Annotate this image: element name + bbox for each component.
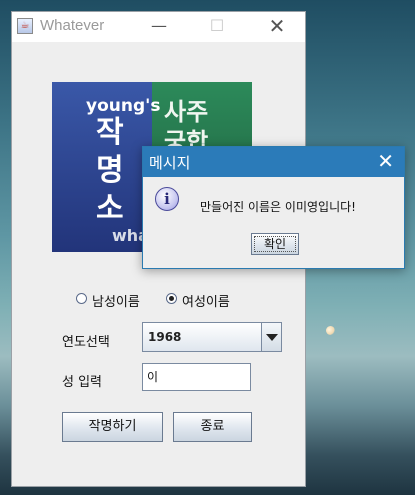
ok-button[interactable]: 확인 — [251, 233, 299, 255]
year-label: 연도선택 — [62, 335, 110, 350]
surname-label: 성 입력 — [62, 375, 103, 390]
create-name-button[interactable]: 작명하기 — [62, 412, 163, 442]
exit-button[interactable]: 종료 — [173, 412, 252, 442]
moon-decoration — [326, 326, 335, 335]
surname-input[interactable]: 이 — [142, 363, 251, 391]
dialog-close-button[interactable]: ✕ — [377, 149, 394, 173]
info-icon: i — [155, 187, 179, 211]
dialog-title: 메시지 — [149, 154, 191, 172]
dialog-title-bar[interactable]: 메시지 ✕ — [143, 147, 404, 177]
title-bar[interactable]: ☕ Whatever — ☐ ✕ — [12, 12, 305, 42]
radio-male-circle[interactable] — [76, 293, 87, 304]
dialog-message: 만들어진 이름은 이미영입니다! — [200, 200, 356, 214]
photo-sign-char: 소 — [96, 191, 124, 226]
year-value: 1968 — [148, 330, 182, 344]
year-combo-box[interactable]: 1968 — [142, 322, 282, 352]
chevron-down-icon[interactable] — [261, 323, 281, 351]
photo-sign-char: 작 — [96, 115, 124, 150]
java-app-icon: ☕ — [17, 18, 33, 34]
radio-male-label: 남성이름 — [92, 295, 140, 310]
photo-sign-line1: young's — [86, 96, 161, 116]
radio-female-label: 여성이름 — [182, 295, 230, 310]
minimize-button[interactable]: — — [136, 12, 182, 42]
window-title: Whatever — [40, 17, 105, 34]
photo-sign-char: 명 — [96, 153, 124, 188]
maximize-button[interactable]: ☐ — [194, 12, 240, 42]
message-dialog: 메시지 ✕ i 만들어진 이름은 이미영입니다! 확인 — [142, 146, 405, 269]
radio-female-circle[interactable] — [166, 293, 177, 304]
close-button[interactable]: ✕ — [254, 12, 300, 42]
